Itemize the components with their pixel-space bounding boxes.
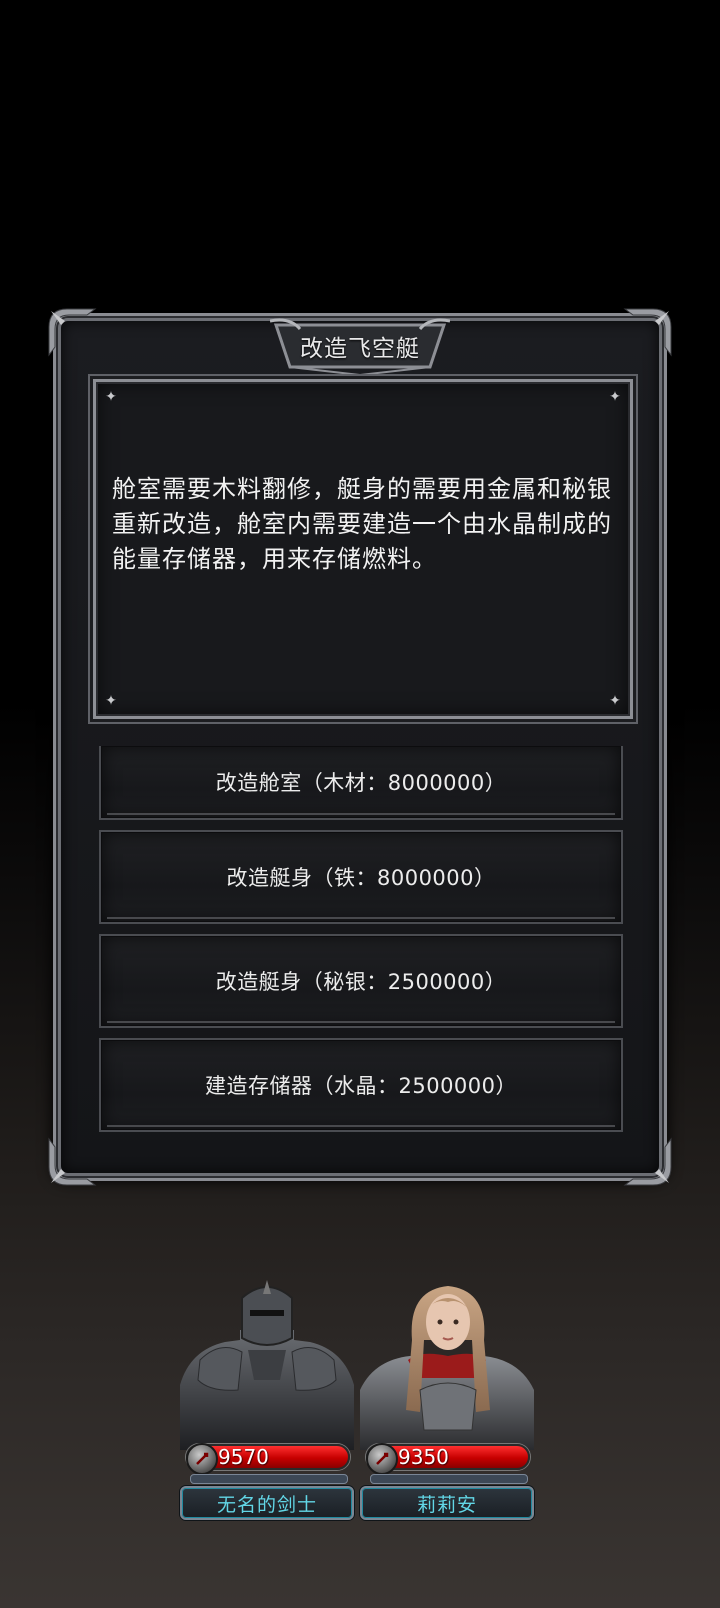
party-member-card[interactable]: 9350 莉莉安 [358,1280,536,1520]
ornament-corner [47,307,97,357]
option-upgrade-cabin-button[interactable]: 改造舱室（木材：8000000） [99,746,623,820]
sparkle-icon: ✦ [609,693,621,709]
sword-emblem-icon [186,1443,218,1475]
description-panel: ✦ ✦ ✦ ✦ 舱室需要木料翻修，艇身的需要用金属和秘银重新改造，舱室内需要建造… [93,379,633,719]
female-knight-portrait [360,1280,534,1450]
hp-value: 9570 [218,1445,269,1469]
option-upgrade-hull-mithril-button[interactable]: 改造艇身（秘银：2500000） [99,934,623,1028]
option-list[interactable]: 改造舱室（木材：8000000） 改造艇身（铁：8000000） 改造艇身（秘银… [99,746,623,1134]
dialog-title-plate: 改造飞空艇 [270,317,450,375]
character-name: 莉莉安 [360,1486,534,1520]
sparkle-icon: ✦ [105,693,117,709]
sword-emblem-icon [366,1443,398,1475]
option-upgrade-hull-iron-button[interactable]: 改造艇身（铁：8000000） [99,830,623,924]
party-member-card[interactable]: 9570 无名的剑士 [178,1280,356,1520]
hp-bar: 9350 [366,1443,530,1475]
ornament-corner [623,307,673,357]
ornament-corner [47,1137,97,1187]
event-dialog: 改造飞空艇 ✦ ✦ ✦ ✦ 舱室需要木料翻修，艇身的需要用金属和秘银重新改造，舱… [48,308,672,1186]
party-panel: 9570 无名的剑士 9350 莉莉安 [178,1280,542,1520]
hp-bar: 9570 [186,1443,350,1475]
dialog-title: 改造飞空艇 [300,336,420,362]
sparkle-icon: ✦ [609,389,621,405]
game-screen: 改造飞空艇 ✦ ✦ ✦ ✦ 舱室需要木料翻修，艇身的需要用金属和秘银重新改造，舱… [0,0,720,1608]
armored-knight-portrait [180,1280,354,1450]
event-description: 舱室需要木料翻修，艇身的需要用金属和秘银重新改造，舱室内需要建造一个由水晶制成的… [112,475,612,573]
character-name: 无名的剑士 [180,1486,354,1520]
option-build-storage-button[interactable]: 建造存储器（水晶：2500000） [99,1038,623,1132]
mp-bar [370,1474,528,1484]
ornament-corner [623,1137,673,1187]
sparkle-icon: ✦ [105,389,117,405]
mp-bar [190,1474,348,1484]
hp-value: 9350 [398,1445,449,1469]
